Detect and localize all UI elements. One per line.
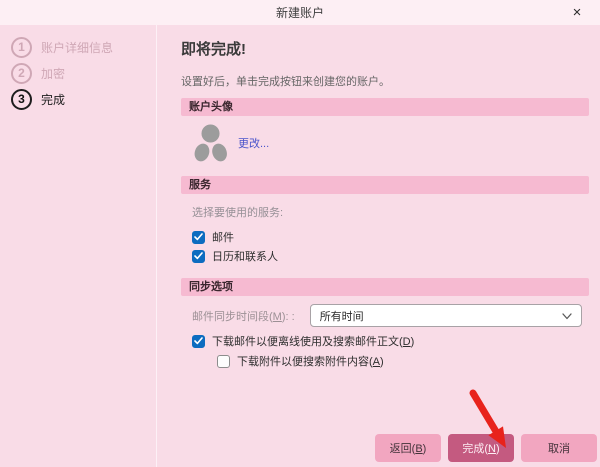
sync-period-row: 邮件同步时间段(M): : 所有时间 [192,304,589,327]
page-subtitle: 设置好后，单击完成按钮来创建您的账户。 [181,76,390,88]
finish-button[interactable]: 完成(N) [448,434,514,462]
avatar-row: 更改... [192,123,589,163]
calendar-contacts-label: 日历和联系人 [212,251,278,263]
mail-service-row[interactable]: 邮件 [192,229,589,245]
section-header-services: 服务 [181,176,589,194]
check-icon [194,337,203,345]
account-avatar-icon [194,124,227,162]
step-encryption: 2 加密 [0,60,156,86]
check-icon [194,233,203,241]
step-2-circle: 2 [11,62,32,84]
download-attachments-label: 下载附件以便搜索附件内容(A) [237,356,384,368]
check-icon [194,252,203,260]
sync-period-dropdown[interactable]: 所有时间 [309,304,582,327]
sync-period-label: 邮件同步时间段(M): : [192,310,295,323]
dialog-footer: 返回(B) 完成(N) 取消 [375,434,597,462]
mail-service-label: 邮件 [212,232,234,244]
main-content: 即将完成! 设置好后，单击完成按钮来创建您的账户。 账户头像 更改... 服务 … [158,25,600,467]
mail-service-checkbox[interactable] [192,230,205,244]
step-finish: 3 完成 [0,86,156,112]
step-1-circle: 1 [11,36,32,58]
step-account-details: 1 账户详细信息 [0,34,156,60]
close-icon[interactable]: × [567,2,587,22]
download-mail-row[interactable]: 下载邮件以便离线使用及搜索邮件正文(D) [192,333,589,349]
cancel-button[interactable]: 取消 [521,434,597,462]
step-3-circle: 3 [11,88,32,110]
services-prompt: 选择要使用的服务: [192,207,284,219]
wizard-steps-sidebar: 1 账户详细信息 2 加密 3 完成 [0,25,157,467]
page-title: 即将完成! [181,41,246,58]
titlebar: 新建账户 × [0,0,600,25]
change-avatar-link[interactable]: 更改... [238,135,269,151]
download-attachments-checkbox[interactable] [217,354,230,368]
step-2-label: 加密 [41,66,66,81]
new-account-dialog: 新建账户 × 1 账户详细信息 2 加密 3 完成 即将完成! 设置好后，单击完… [0,0,600,467]
chevron-down-icon [562,313,572,320]
calendar-contacts-checkbox[interactable] [192,249,205,263]
window-title: 新建账户 [275,6,324,20]
download-mail-checkbox[interactable] [192,334,205,348]
back-button[interactable]: 返回(B) [375,434,441,462]
section-header-sync: 同步选项 [181,278,589,296]
section-header-avatar: 账户头像 [181,98,589,116]
calendar-contacts-row[interactable]: 日历和联系人 [192,248,589,264]
sync-period-value: 所有时间 [319,310,364,323]
step-1-label: 账户详细信息 [41,40,114,55]
download-mail-label: 下载邮件以便离线使用及搜索邮件正文(D) [212,336,415,348]
step-3-label: 完成 [41,92,66,107]
download-attachments-row[interactable]: 下载附件以便搜索附件内容(A) [217,353,589,369]
